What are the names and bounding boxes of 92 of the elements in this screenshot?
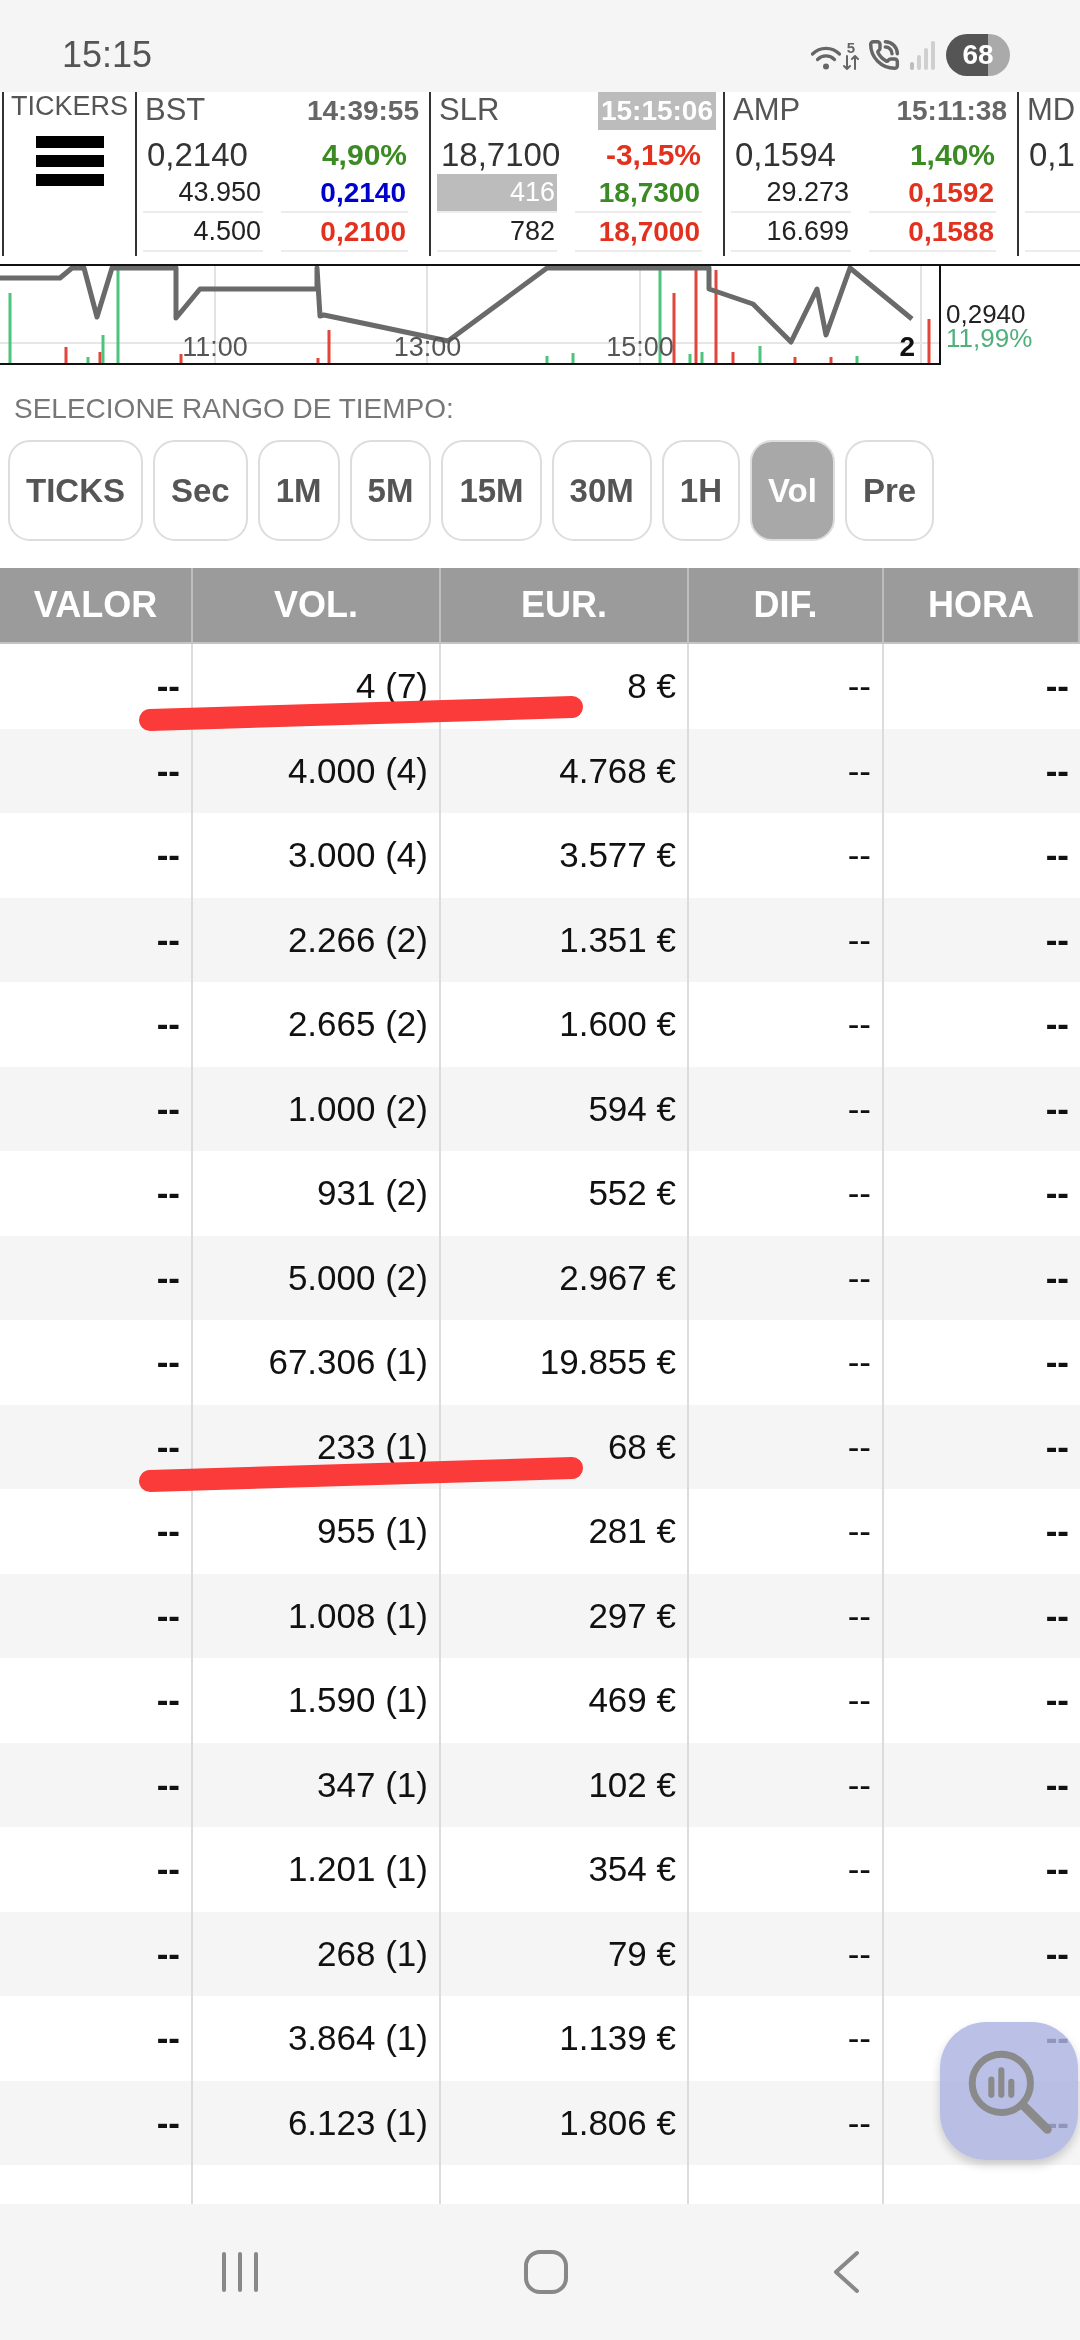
quote-price: 18,7000: [575, 213, 702, 252]
table-cell-text: --: [1044, 834, 1070, 877]
quote-volume: 43.950: [143, 174, 263, 213]
table-cell-text: --: [1044, 1932, 1070, 1975]
range-button[interactable]: Pre: [844, 440, 935, 541]
ticker-time: 14:39:55: [305, 94, 420, 128]
volume-bar: [672, 293, 676, 363]
volume-bar: [927, 319, 931, 363]
quote-price: 0,1592: [869, 174, 996, 213]
range-button[interactable]: 5M: [349, 440, 432, 541]
volume-bar: [829, 357, 833, 363]
time-axis-label: 11:00: [182, 333, 248, 361]
recent-apps-icon[interactable]: [219, 2251, 261, 2293]
range-button[interactable]: 15M: [441, 440, 542, 541]
table-cell-text: --: [1044, 1256, 1070, 1299]
volume-bar: [179, 354, 183, 363]
time-axis-label: 13:00: [393, 333, 462, 361]
quote-price: 0,2140: [281, 174, 408, 213]
table-cell-text: --: [1044, 1425, 1070, 1468]
ticker-change: 4,90%: [321, 138, 407, 172]
status-time: 15:15: [62, 35, 153, 75]
table-cell-text: --: [1044, 1003, 1070, 1046]
table-cell-text: --: [1044, 1679, 1070, 1722]
chart-count-label: 2: [899, 333, 915, 361]
ticker-price: 0,1594: [734, 137, 836, 173]
range-button[interactable]: 30M: [551, 440, 652, 541]
ticker-price: 0,1: [1028, 137, 1075, 173]
column-header: VOL.: [193, 568, 441, 642]
range-label: SELECIONE RANGO DE TIEMPO:: [13, 392, 455, 424]
table-cell-text: --: [1044, 2017, 1070, 2060]
ticker-change: -3,15%: [605, 138, 701, 172]
signal-icon: [909, 40, 937, 70]
table-cell-text: --: [1044, 1594, 1070, 1637]
table-cell-text: --: [1044, 1848, 1070, 1891]
column-header: HORA: [884, 568, 1080, 642]
battery-indicator: 68: [946, 34, 1010, 76]
network-type-label: 5: [846, 40, 856, 55]
volume-bar: [688, 354, 692, 363]
quote-volume: 16.699: [731, 213, 851, 252]
volume-bar: [700, 352, 704, 363]
home-icon[interactable]: [523, 2249, 569, 2295]
quote-volume: 4.500: [143, 213, 263, 252]
quote-price: 18,7300: [575, 174, 702, 213]
column-header: EUR.: [441, 568, 689, 642]
quote-volume: 29.273: [731, 174, 851, 213]
wifi-icon: [810, 44, 842, 70]
back-icon[interactable]: [831, 2250, 861, 2294]
quote-volume: 782: [437, 213, 557, 252]
table-cell-text: --: [1044, 1763, 1070, 1806]
ticker-time: 15:11:38: [895, 94, 1008, 128]
volume-bar: [731, 352, 735, 363]
ticker-change: 1,40%: [909, 138, 995, 172]
volume-bar: [64, 347, 68, 363]
column-header: DIF.: [689, 568, 884, 642]
table-cell-text: --: [1044, 1341, 1070, 1384]
ticker-symbol: SLR: [439, 94, 500, 126]
quote-price: 0,1588: [869, 213, 996, 252]
volume-bar: [855, 356, 859, 363]
range-button[interactable]: 1H: [661, 440, 740, 541]
column-header: VALOR: [0, 568, 193, 642]
ticker-symbol: AMP: [733, 94, 801, 126]
ticker-symbol: BST: [145, 94, 206, 126]
chart-search-button[interactable]: [940, 2022, 1078, 2160]
menu-icon[interactable]: [35, 136, 104, 186]
ticker-time: 15:15:06: [597, 92, 716, 130]
table-cell-text: --: [1044, 1087, 1070, 1130]
range-button[interactable]: Sec: [153, 440, 248, 541]
chart-last-price: 0,2940: [946, 301, 1026, 326]
table-cell-text: --: [1044, 918, 1070, 961]
ticker-price: 18,7100: [440, 137, 561, 173]
table-cell-text: --: [1044, 1172, 1070, 1215]
range-button[interactable]: TICKS: [8, 440, 143, 541]
volume-bar: [86, 357, 90, 363]
volume-bar: [316, 358, 320, 363]
ticker-symbol: MD: [1027, 94, 1076, 126]
chart-change: 11,99%: [946, 325, 1034, 350]
table-cell-text: --: [1044, 749, 1070, 792]
volume-bar: [545, 356, 549, 363]
panel-title: TICKERS: [11, 92, 128, 120]
volume-bar: [327, 330, 331, 363]
phone-call-icon: [868, 39, 900, 71]
volume-bar: [758, 346, 762, 363]
up-down-arrows-icon: [843, 55, 859, 70]
quote-price: 0,2100: [281, 213, 408, 252]
volume-bar: [8, 293, 12, 363]
volume-bar: [571, 353, 575, 363]
range-button[interactable]: 1M: [257, 440, 340, 541]
table-cell-text: --: [1044, 665, 1070, 708]
ticker-price: 0,2140: [146, 137, 248, 173]
volume-bar: [793, 357, 797, 363]
quote-volume: 416: [437, 174, 557, 213]
table-cell-text: --: [1044, 1510, 1070, 1553]
